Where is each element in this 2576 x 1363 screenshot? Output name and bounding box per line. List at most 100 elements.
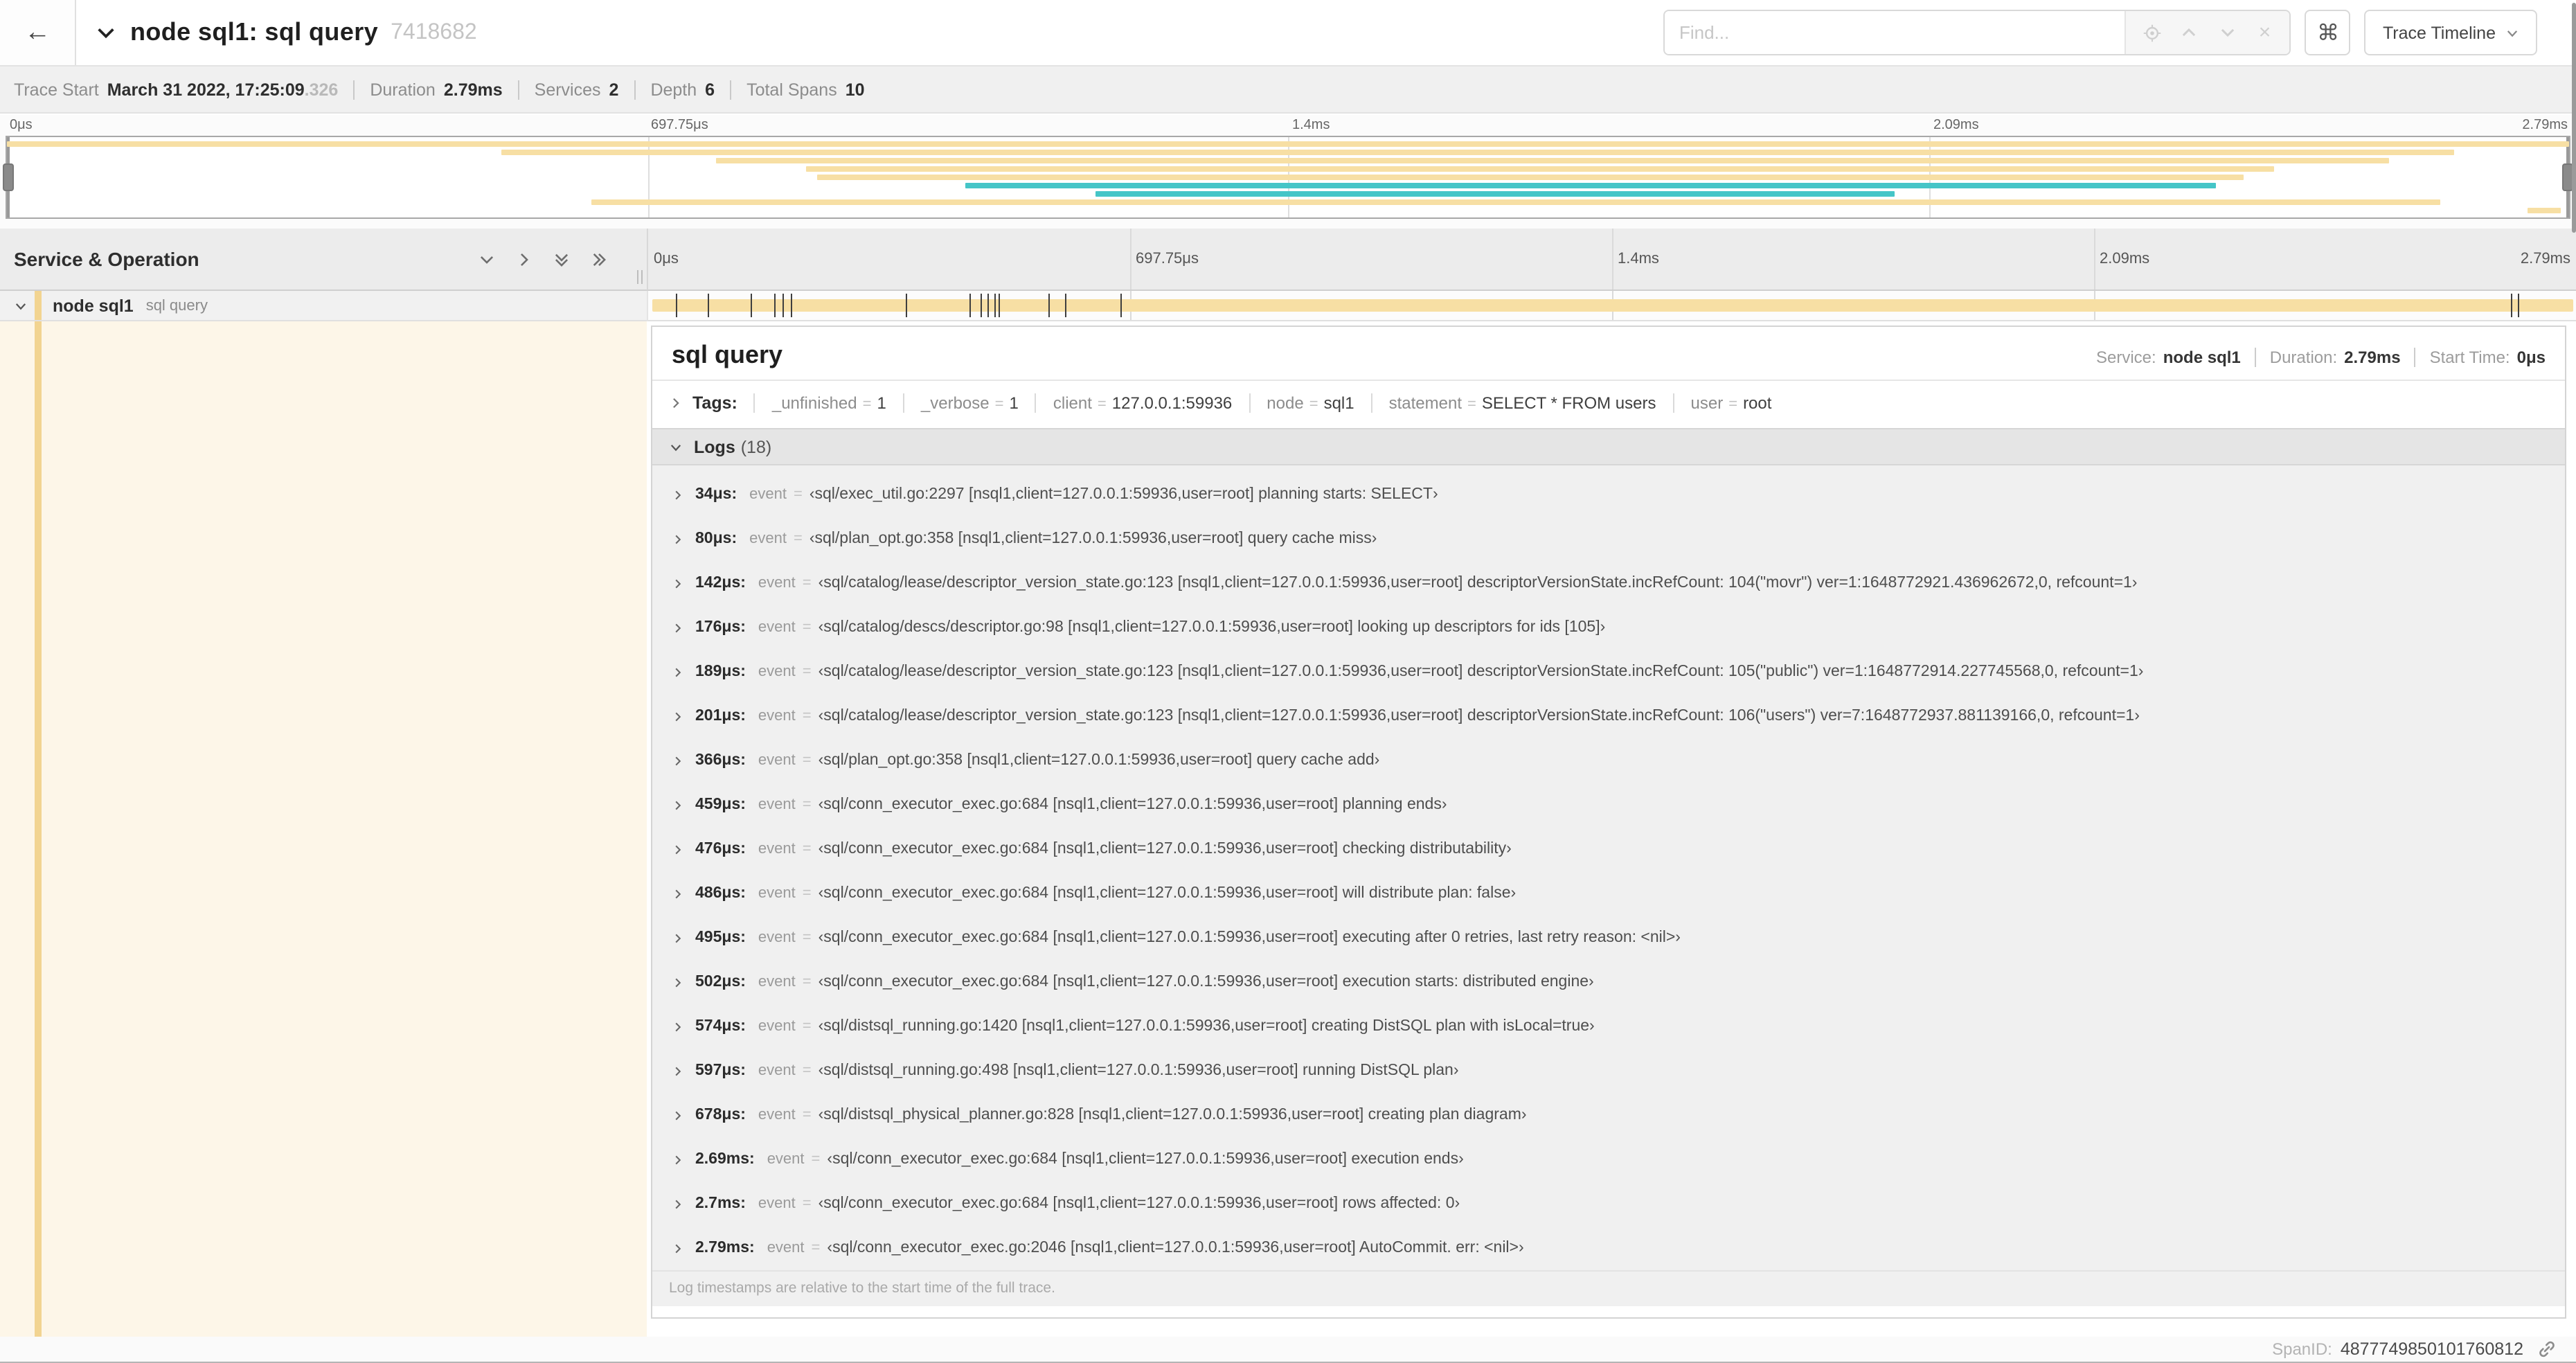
minimap-tick-label: 697.75μs [651, 118, 708, 133]
log-entry-row[interactable]: 597μs: event = ‹sql/distsql_running.go:498 … [652, 1049, 2565, 1093]
log-field-key: event [758, 1062, 796, 1079]
tags-section[interactable]: Tags: _unfinished = 1 _verbose = 1 client = 127.… [652, 381, 2565, 425]
locate-icon[interactable] [2139, 20, 2164, 45]
timeline-header: Service & Operation 0μs 697.75μs 1.4ms 2… [0, 229, 2576, 291]
detail-row-right-column: sql query Service: node sql1 Duration: 2.79… [647, 321, 2576, 1337]
log-entry-row[interactable]: 189μs: event = ‹sql/catalog/lease/descripto… [652, 650, 2565, 694]
log-timestamp: 142μs: [695, 575, 746, 591]
trace-minimap[interactable]: 0μs 697.75μs 1.4ms 2.09ms 2.79ms [0, 115, 2576, 229]
log-entry-row[interactable]: 459μs: event = ‹sql/conn_executor_exec.go:6… [652, 783, 2565, 827]
next-result-icon[interactable] [2215, 20, 2239, 45]
log-field-value: ‹sql/conn_executor_exec.go:684 [nsql1,cl… [818, 841, 1512, 857]
minimap-canvas[interactable] [3, 136, 2573, 219]
log-entry-row[interactable]: 476μs: event = ‹sql/conn_executor_exec.go:6… [652, 827, 2565, 871]
deep-link-icon[interactable] [2537, 1339, 2557, 1359]
log-field-key: event [749, 486, 787, 503]
log-entry-row[interactable]: 34μs: event = ‹sql/exec_util.go:2297 [nsql1… [652, 472, 2565, 517]
log-entry-row[interactable]: 142μs: event = ‹sql/catalog/lease/descripto… [652, 561, 2565, 605]
detail-row-left-column [0, 321, 647, 1337]
chevron-down-icon[interactable] [96, 22, 116, 43]
log-entry-row[interactable]: 495μs: event = ‹sql/conn_executor_exec.go:6… [652, 916, 2565, 960]
overview-item: Service: node sql1 [2096, 348, 2241, 367]
span-color-accent [35, 291, 42, 320]
log-tick-marker [905, 294, 907, 317]
trace-info-item: Depth 6 [634, 80, 715, 99]
detail-card-header: sql query Service: node sql1 Duration: 2.79… [652, 327, 2565, 380]
trace-page: ← node sql1: sql query 7418682 Find... ×… [0, 0, 2576, 1363]
minimap-span-line [501, 150, 2454, 155]
log-timestamp: 459μs: [695, 796, 746, 813]
log-entry-row[interactable]: 502μs: event = ‹sql/conn_executor_exec.go:6… [652, 960, 2565, 1004]
prev-result-icon[interactable] [2177, 20, 2202, 45]
minimap-span-line [716, 158, 2390, 163]
scrollbar-thumb[interactable] [2571, 3, 2575, 233]
chevron-right-icon [672, 1242, 684, 1254]
log-entry-row[interactable]: 486μs: event = ‹sql/conn_executor_exec.go:6… [652, 871, 2565, 916]
log-field-key: event [758, 796, 796, 813]
tag-item: user = root [1672, 393, 1771, 413]
collapse-one-icon[interactable] [478, 250, 496, 268]
trace-info-bar: Trace Start March 31 2022, 17:25:09.326 Du… [0, 66, 2576, 114]
column-resizer-handle[interactable] [637, 270, 643, 284]
keyboard-shortcuts-button[interactable]: ⌘ [2305, 10, 2351, 55]
log-entry-row[interactable]: 678μs: event = ‹sql/distsql_physical_planne… [652, 1093, 2565, 1137]
log-field-key: event [758, 575, 796, 591]
span-operation-name: sql query [145, 297, 208, 314]
log-tick-marker [1120, 294, 1122, 317]
back-button[interactable]: ← [0, 0, 76, 65]
trace-id: 7418682 [391, 20, 477, 44]
overview-item: Start Time: 0μs [2414, 348, 2546, 367]
log-entry-row[interactable]: 176μs: event = ‹sql/catalog/descs/descripto… [652, 605, 2565, 650]
log-tick-marker [2511, 294, 2513, 317]
clear-search-icon[interactable]: × [2252, 20, 2277, 45]
log-entry-row[interactable]: 2.7ms: event = ‹sql/conn_executor_exec.go:6… [652, 1182, 2565, 1226]
collapse-all-icon[interactable] [553, 250, 571, 268]
log-timestamp: 2.79ms: [695, 1240, 755, 1256]
log-entry-row[interactable]: 574μs: event = ‹sql/distsql_running.go:1420… [652, 1004, 2565, 1049]
chevron-right-icon [672, 1197, 684, 1210]
timeline-tick-label: 2.79ms [2520, 251, 2570, 267]
find-input[interactable] [1665, 11, 2125, 54]
minimap-span-line [2528, 208, 2561, 213]
span-duration-bar[interactable] [652, 299, 2573, 312]
minimap-left-scrubber[interactable] [3, 137, 14, 217]
log-field-key: event [758, 974, 796, 990]
logs-section-header[interactable]: Logs (18) [652, 428, 2565, 465]
span-footer-bar: SpanID: 4877749850101760812 [0, 1337, 2576, 1363]
timeline-ticks-header: 0μs 697.75μs 1.4ms 2.09ms 2.79ms [647, 229, 2576, 291]
expand-all-icon[interactable] [590, 250, 608, 268]
span-name-cell[interactable]: node sql1 sql query [0, 291, 647, 321]
log-timestamp: 201μs: [695, 708, 746, 724]
tag-item: node = sql1 [1249, 393, 1354, 413]
log-field-key: event [767, 1240, 805, 1256]
log-entry-row[interactable]: 366μs: event = ‹sql/plan_opt.go:358 [nsql1,… [652, 738, 2565, 783]
chevron-right-icon [672, 843, 684, 855]
chevron-down-icon[interactable] [14, 299, 28, 312]
log-field-key: event [758, 885, 796, 902]
minimap-right-scrubber[interactable] [2562, 137, 2573, 217]
minimap-span-line [1095, 191, 1895, 197]
tag-item: _unfinished = 1 [753, 393, 886, 413]
log-entry-row[interactable]: 201μs: event = ‹sql/catalog/lease/descripto… [652, 694, 2565, 738]
log-field-value: ‹sql/conn_executor_exec.go:684 [nsql1,cl… [818, 885, 1517, 902]
service-operation-header: Service & Operation [0, 229, 647, 291]
tag-item: _verbose = 1 [902, 393, 1019, 413]
chevron-right-icon [672, 754, 684, 767]
log-tick-marker [675, 294, 677, 317]
chevron-right-icon [672, 1064, 684, 1077]
chevron-right-icon [672, 577, 684, 589]
log-entry-row[interactable]: 80μs: event = ‹sql/plan_opt.go:358 [nsql1,c… [652, 517, 2565, 561]
log-timestamp: 189μs: [695, 663, 746, 680]
log-timestamp: 2.69ms: [695, 1151, 755, 1168]
log-entry-row[interactable]: 2.69ms: event = ‹sql/conn_executor_exec.go:… [652, 1137, 2565, 1182]
chevron-right-icon [672, 799, 684, 811]
top-controls: × ⌘ Trace Timeline [1663, 10, 2576, 55]
expand-one-icon[interactable] [515, 250, 533, 268]
log-entry-row[interactable]: 2.79ms: event = ‹sql/conn_executor_exec.go:… [652, 1226, 2565, 1270]
log-tick-marker [782, 294, 785, 317]
span-detail-area: sql query Service: node sql1 Duration: 2.79… [0, 321, 2576, 1337]
span-row: node sql1 sql query [0, 291, 2576, 321]
log-field-value: ‹sql/plan_opt.go:358 [nsql1,client=127.0… [809, 531, 1377, 547]
find-buttons: × [2125, 11, 2290, 54]
trace-view-selector[interactable]: Trace Timeline [2364, 10, 2537, 55]
